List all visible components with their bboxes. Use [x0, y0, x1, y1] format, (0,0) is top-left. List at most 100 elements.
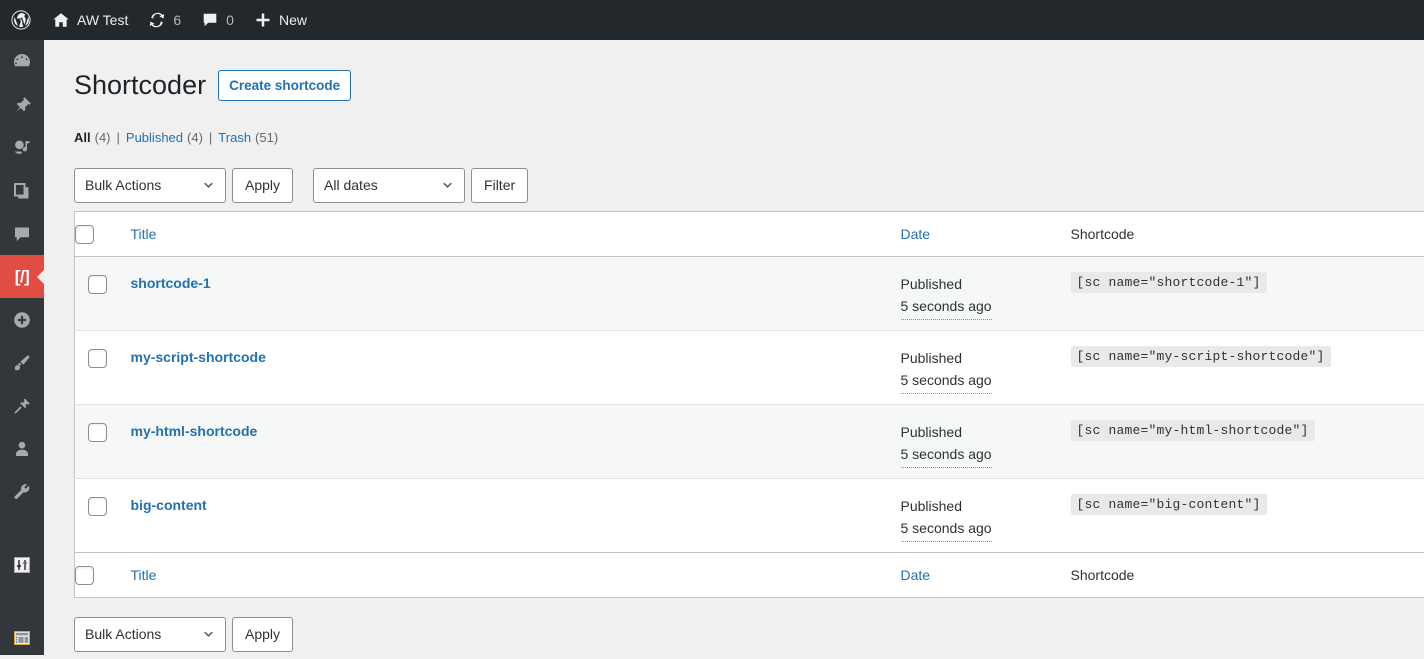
view-published: Published (4) | — [126, 125, 218, 151]
row-shortcode-code[interactable]: [sc name="my-script-shortcode"] — [1071, 346, 1331, 367]
row-shortcode-code[interactable]: [sc name="my-html-shortcode"] — [1071, 420, 1315, 441]
admin-bar: AW Test 6 0 New — [0, 0, 1424, 40]
row-select-cell — [75, 257, 131, 331]
row-shortcode-code[interactable]: [sc name="big-content"] — [1071, 494, 1267, 515]
row-title-cell: my-script-shortcode — [131, 331, 901, 405]
row-title-link[interactable]: my-html-shortcode — [131, 414, 258, 442]
sidebar-item-layout-plugin[interactable] — [0, 616, 44, 659]
comments-menu[interactable]: 0 — [191, 0, 244, 40]
column-header-shortcode: Shortcode — [1071, 212, 1424, 257]
view-all-count: (4) — [95, 125, 111, 151]
row-title-link[interactable]: my-script-shortcode — [131, 340, 266, 368]
row-title-link[interactable]: big-content — [131, 488, 207, 516]
pages-icon — [12, 181, 32, 201]
bulk-actions-select-top[interactable]: Bulk Actions — [74, 168, 226, 203]
sidebar-item-add-new[interactable] — [0, 298, 44, 341]
view-published-count: (4) — [187, 125, 203, 151]
select-all-header — [75, 212, 131, 257]
view-published-link[interactable]: Published — [126, 125, 183, 151]
row-shortcode-code[interactable]: [sc name="shortcode-1"] — [1071, 272, 1267, 293]
sidebar-item-users[interactable] — [0, 427, 44, 470]
row-shortcode-cell: [sc name="big-content"] — [1071, 479, 1424, 553]
bulk-actions-select-bottom[interactable]: Bulk Actions — [74, 617, 226, 652]
page-title: Shortcoder — [74, 59, 206, 107]
row-relative-time: 5 seconds ago — [901, 517, 992, 541]
page-header: Shortcoder Create shortcode — [74, 50, 1424, 107]
plus-circle-icon — [12, 310, 32, 330]
view-all-link[interactable]: All — [74, 125, 91, 151]
sidebar-item-settings-plugin[interactable] — [0, 543, 44, 586]
table-footer-row: Title Date Shortcode — [75, 553, 1424, 598]
row-select-cell — [75, 405, 131, 479]
row-status: Published — [901, 276, 963, 292]
row-shortcode-cell: [sc name="shortcode-1"] — [1071, 257, 1424, 331]
apply-button-top[interactable]: Apply — [232, 168, 293, 203]
wrench-icon — [12, 482, 32, 502]
wordpress-logo-menu[interactable] — [0, 0, 42, 40]
comments-count: 0 — [226, 12, 234, 28]
site-name-label: AW Test — [77, 12, 128, 28]
row-title-link[interactable]: shortcode-1 — [131, 266, 211, 294]
column-footer-date: Date — [901, 553, 1071, 598]
sidebar-item-shortcoder[interactable]: [/] — [0, 255, 44, 298]
row-checkbox[interactable] — [88, 349, 107, 368]
updates-count: 6 — [173, 12, 181, 28]
row-date-cell: Published 5 seconds ago — [901, 257, 1071, 331]
row-select-cell — [75, 331, 131, 405]
view-separator-2: | — [209, 125, 212, 151]
row-date-cell: Published 5 seconds ago — [901, 405, 1071, 479]
page-wrap: Shortcoder Create shortcode All (4) | Pu… — [44, 40, 1424, 654]
column-header-title: Title — [131, 212, 901, 257]
dashboard-icon — [12, 52, 32, 72]
new-content-menu[interactable]: New — [244, 0, 317, 40]
sidebar-item-posts[interactable] — [0, 83, 44, 126]
shortcode-brackets-icon: [/] — [12, 267, 32, 287]
create-shortcode-button[interactable]: Create shortcode — [218, 70, 351, 101]
sidebar-item-appearance[interactable] — [0, 341, 44, 384]
sidebar-item-plugins[interactable] — [0, 384, 44, 427]
sidebar-item-dashboard[interactable] — [0, 40, 44, 83]
table-head: Title Date Shortcode — [75, 212, 1424, 257]
current-menu-pointer — [37, 269, 45, 285]
table-row: big-content Published 5 seconds ago [sc … — [75, 479, 1424, 553]
column-footer-shortcode: Shortcode — [1071, 553, 1424, 598]
date-filter-select[interactable]: All dates — [313, 168, 465, 203]
tablenav-bottom: Bulk Actions Apply — [74, 614, 1424, 654]
admin-sidebar-menu: [/] — [0, 40, 44, 655]
column-header-shortcode-label: Shortcode — [1071, 226, 1135, 242]
paintbrush-icon — [12, 353, 32, 373]
row-title-cell: shortcode-1 — [131, 257, 901, 331]
sort-by-title-link-bottom[interactable]: Title — [131, 567, 157, 583]
sidebar-item-pages[interactable] — [0, 169, 44, 212]
row-checkbox[interactable] — [88, 275, 107, 294]
comment-icon — [201, 11, 219, 29]
plus-icon — [254, 11, 272, 29]
wordpress-logo-icon — [11, 10, 31, 30]
sort-by-date-link-top[interactable]: Date — [901, 226, 931, 242]
select-all-checkbox-bottom[interactable] — [75, 566, 94, 585]
updates-menu[interactable]: 6 — [138, 0, 191, 40]
row-shortcode-cell: [sc name="my-script-shortcode"] — [1071, 331, 1424, 405]
sidebar-separator-2 — [0, 586, 44, 616]
sidebar-item-media[interactable] — [0, 126, 44, 169]
column-footer-shortcode-label: Shortcode — [1071, 567, 1135, 583]
shortcodes-table: Title Date Shortcode shortcode — [74, 211, 1424, 598]
sliders-icon — [12, 555, 32, 575]
sidebar-item-tools[interactable] — [0, 470, 44, 513]
site-name-menu[interactable]: AW Test — [42, 0, 138, 40]
select-all-checkbox-top[interactable] — [75, 225, 94, 244]
sort-by-title-link-top[interactable]: Title — [131, 226, 157, 242]
new-content-label: New — [279, 12, 307, 28]
row-shortcode-cell: [sc name="my-html-shortcode"] — [1071, 405, 1424, 479]
table-body: shortcode-1 Published 5 seconds ago [sc … — [75, 257, 1424, 553]
view-trash-link[interactable]: Trash — [218, 125, 251, 151]
apply-button-bottom[interactable]: Apply — [232, 617, 293, 652]
pin-icon — [12, 95, 32, 115]
filter-button[interactable]: Filter — [471, 168, 528, 203]
table-row: my-html-shortcode Published 5 seconds ag… — [75, 405, 1424, 479]
sidebar-item-comments[interactable] — [0, 212, 44, 255]
sort-by-date-link-bottom[interactable]: Date — [901, 567, 931, 583]
comments-icon — [12, 224, 32, 244]
row-checkbox[interactable] — [88, 497, 107, 516]
row-checkbox[interactable] — [88, 423, 107, 442]
